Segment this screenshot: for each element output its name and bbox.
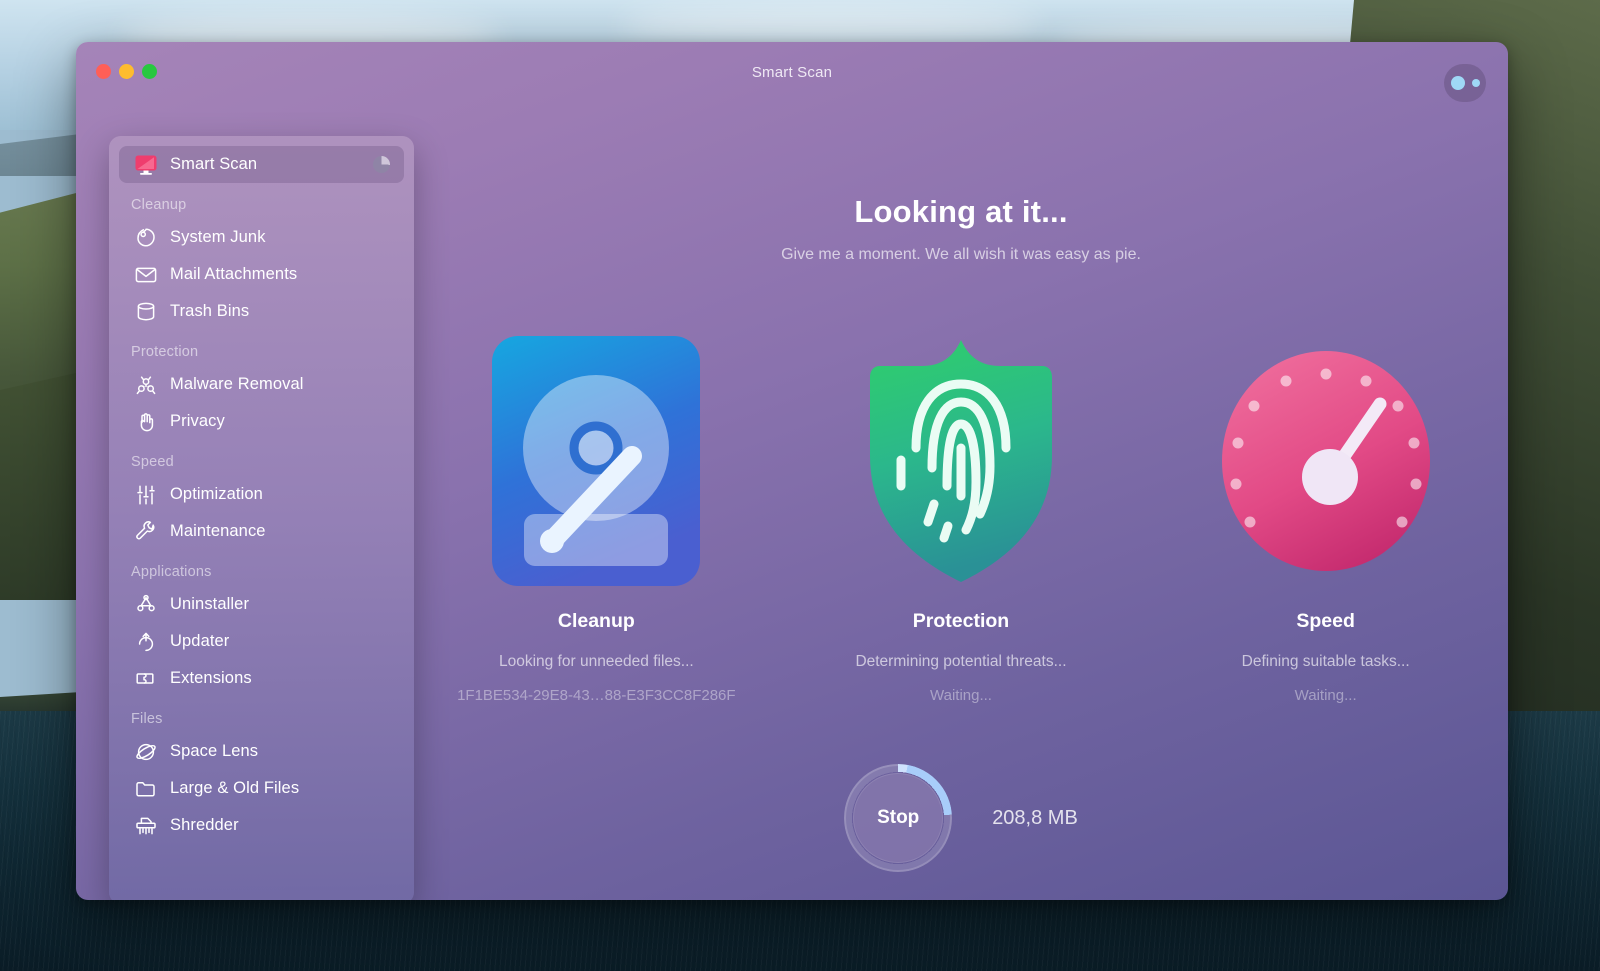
account-dot-large-icon xyxy=(1451,76,1465,90)
scan-card-cleanup[interactable]: Cleanup Looking for unneeded files... 1F… xyxy=(436,336,756,704)
sidebar-item-label: Trash Bins xyxy=(170,302,249,321)
trash-bin-icon xyxy=(131,300,161,324)
sidebar-group-cleanup: Cleanup xyxy=(109,183,414,219)
sidebar-item-maintenance[interactable]: Maintenance xyxy=(119,513,404,550)
junk-icon xyxy=(131,226,161,250)
wrench-icon xyxy=(131,520,161,544)
sidebar-item-label: Extensions xyxy=(170,669,252,688)
sidebar-item-mail-attachments[interactable]: Mail Attachments xyxy=(119,256,404,293)
scan-progress-pie-icon xyxy=(373,156,390,173)
sidebar-item-label: System Junk xyxy=(170,228,266,247)
card-title: Speed xyxy=(1296,610,1355,633)
card-title: Cleanup xyxy=(558,610,635,633)
sidebar-item-extensions[interactable]: Extensions xyxy=(119,660,404,697)
card-status: Defining suitable tasks... xyxy=(1242,653,1410,671)
sidebar-item-label: Maintenance xyxy=(170,522,266,541)
sidebar-item-label: Mail Attachments xyxy=(170,265,297,284)
sidebar-item-space-lens[interactable]: Space Lens xyxy=(119,733,404,770)
scan-cards: Cleanup Looking for unneeded files... 1F… xyxy=(414,336,1508,704)
scan-card-speed[interactable]: Speed Defining suitable tasks... Waiting… xyxy=(1166,336,1486,704)
sidebar-item-label: Optimization xyxy=(170,485,263,504)
card-title: Protection xyxy=(913,610,1009,633)
stop-button[interactable]: Stop xyxy=(853,773,943,863)
page-title: Looking at it... xyxy=(414,194,1508,230)
refresh-arrow-icon xyxy=(131,630,161,654)
card-detail: Waiting... xyxy=(1295,687,1357,704)
shredder-icon xyxy=(131,814,161,838)
sidebar-item-privacy[interactable]: Privacy xyxy=(119,403,404,440)
scan-card-protection[interactable]: Protection Determining potential threats… xyxy=(801,336,1121,704)
sidebar-item-label: Privacy xyxy=(170,412,225,431)
stop-button-wrapper[interactable]: Stop xyxy=(844,764,952,872)
sidebar-item-system-junk[interactable]: System Junk xyxy=(119,219,404,256)
sidebar-item-label: Malware Removal xyxy=(170,375,304,394)
sidebar-item-label: Space Lens xyxy=(170,742,258,761)
envelope-icon xyxy=(131,263,161,287)
monitor-scan-icon xyxy=(131,153,161,177)
sidebar-item-label: Updater xyxy=(170,632,229,651)
hard-drive-icon xyxy=(492,336,700,586)
sidebar-item-uninstaller[interactable]: Uninstaller xyxy=(119,586,404,623)
sidebar-item-label: Large & Old Files xyxy=(170,779,299,798)
folder-icon xyxy=(131,777,161,801)
sidebar-item-large-old-files[interactable]: Large & Old Files xyxy=(119,770,404,807)
account-dots-button[interactable] xyxy=(1444,64,1486,102)
account-dot-small-icon xyxy=(1472,79,1480,87)
biohazard-icon xyxy=(131,373,161,397)
sidebar-group-applications: Applications xyxy=(109,550,414,586)
sidebar-item-malware-removal[interactable]: Malware Removal xyxy=(119,366,404,403)
sliders-icon xyxy=(131,483,161,507)
puzzle-piece-icon xyxy=(131,667,161,691)
scanned-size-label: 208,8 MB xyxy=(992,807,1078,830)
card-detail: Waiting... xyxy=(930,687,992,704)
sidebar-group-protection: Protection xyxy=(109,330,414,366)
speedometer-icon xyxy=(1220,336,1432,586)
sidebar-item-trash-bins[interactable]: Trash Bins xyxy=(119,293,404,330)
sidebar-item-label: Uninstaller xyxy=(170,595,249,614)
planet-icon xyxy=(131,740,161,764)
app-triangle-icon xyxy=(131,593,161,617)
sidebar-item-smart-scan[interactable]: Smart Scan xyxy=(119,146,404,183)
sidebar-item-optimization[interactable]: Optimization xyxy=(119,476,404,513)
hand-icon xyxy=(131,410,161,434)
card-status: Looking for unneeded files... xyxy=(499,653,694,671)
sidebar: Smart Scan Cleanup System Junk Mail Attachm… xyxy=(109,136,414,900)
app-window: Smart Scan Looking at it... Give me a mo… xyxy=(76,42,1508,900)
main-content: Looking at it... Give me a moment. We al… xyxy=(414,104,1508,900)
card-detail: 1F1BE534-29E8-43…88-E3F3CC8F286F xyxy=(457,687,735,704)
sidebar-item-updater[interactable]: Updater xyxy=(119,623,404,660)
desktop-wallpaper: Smart Scan Looking at it... Give me a mo… xyxy=(0,0,1600,971)
sidebar-item-shredder[interactable]: Shredder xyxy=(119,807,404,844)
shield-fingerprint-icon xyxy=(860,336,1062,586)
window-title: Smart Scan xyxy=(76,64,1508,81)
sidebar-item-label: Smart Scan xyxy=(170,155,257,174)
page-subtitle: Give me a moment. We all wish it was eas… xyxy=(414,246,1508,264)
window-titlebar: Smart Scan xyxy=(76,42,1508,104)
cloud xyxy=(620,6,1040,44)
sidebar-group-files: Files xyxy=(109,697,414,733)
sidebar-group-speed: Speed xyxy=(109,440,414,476)
scan-controls: Stop 208,8 MB xyxy=(414,764,1508,872)
card-status: Determining potential threats... xyxy=(855,653,1066,671)
sidebar-item-label: Shredder xyxy=(170,816,239,835)
